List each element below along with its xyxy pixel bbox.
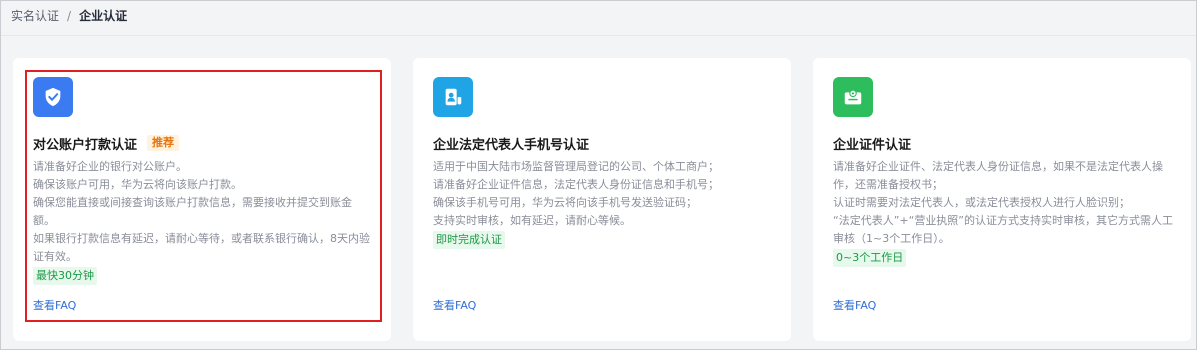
description-line: 确保该手机号可用，华为云将向该手机号发送验证码；	[433, 196, 697, 209]
description-line: 请准备好企业的银行对公账户。	[33, 160, 187, 173]
shield-check-icon	[33, 77, 73, 117]
breadcrumb-current: 企业认证	[79, 9, 128, 23]
header-divider	[1, 35, 1196, 36]
description-line: 确保您能直接或间接查询该账户打款信息，需要接收并提交到账金额。	[33, 196, 352, 227]
breadcrumb-separator: /	[67, 9, 72, 23]
description-line: 适用于中国大陆市场监督管理局登记的公司、个体工商户；	[433, 160, 719, 173]
recommend-tag: 推荐	[147, 135, 180, 151]
description-line: 如果银行打款信息有延迟，请耐心等待，或者联系银行确认，8天内验证有效。	[33, 232, 370, 263]
description-line: 确保该账户可用，华为云将向该账户打款。	[33, 178, 242, 191]
card-description: 请准备好企业证件、法定代表人身份证信息，如果不是法定代表人操作，还需准备授权书；…	[833, 158, 1173, 267]
card-enterprise-certificate[interactable]: 企业证件认证 请准备好企业证件、法定代表人身份证信息，如果不是法定代表人操作，还…	[813, 58, 1191, 341]
card-description: 请准备好企业的银行对公账户。 确保该账户可用，华为云将向该账户打款。 确保您能直…	[33, 158, 373, 285]
description-line: 请准备好企业证件信息，法定代表人身份证信息和手机号；	[433, 178, 719, 191]
description-line: 支持实时审核，如有延迟，请耐心等候。	[433, 214, 631, 227]
card-title: 企业证件认证	[833, 137, 912, 153]
faq-link[interactable]: 查看FAQ	[433, 297, 476, 313]
time-badge: 0~3个工作日	[833, 249, 907, 267]
card-description: 适用于中国大陆市场监督管理局登记的公司、个体工商户； 请准备好企业证件信息，法定…	[433, 158, 773, 249]
description-line: 请准备好企业证件、法定代表人身份证信息，如果不是法定代表人操作，还需准备授权书；	[833, 160, 1163, 191]
time-badge: 最快30分钟	[33, 267, 97, 285]
card-title: 对公账户打款认证	[33, 137, 138, 153]
time-badge: 即时完成认证	[433, 231, 505, 249]
person-phone-icon	[433, 77, 473, 117]
certificate-icon	[833, 77, 873, 117]
description-line: 认证时需要对法定代表人，或法定代表授权人进行人脸识别；	[833, 196, 1130, 209]
card-legal-rep-phone[interactable]: 企业法定代表人手机号认证 适用于中国大陆市场监督管理局登记的公司、个体工商户； …	[413, 58, 791, 341]
faq-link[interactable]: 查看FAQ	[833, 297, 876, 313]
breadcrumb-parent-link[interactable]: 实名认证	[11, 7, 59, 25]
faq-link[interactable]: 查看FAQ	[33, 297, 76, 313]
description-line: “法定代表人”+“营业执照”的认证方式支持实时审核，其它方式需人工审核（1~3个…	[833, 214, 1174, 245]
card-bank-transfer[interactable]: 对公账户打款认证 推荐 请准备好企业的银行对公账户。 确保该账户可用，华为云将向…	[13, 58, 391, 341]
card-title: 企业法定代表人手机号认证	[433, 137, 590, 153]
breadcrumb: 实名认证 / 企业认证	[11, 7, 127, 25]
